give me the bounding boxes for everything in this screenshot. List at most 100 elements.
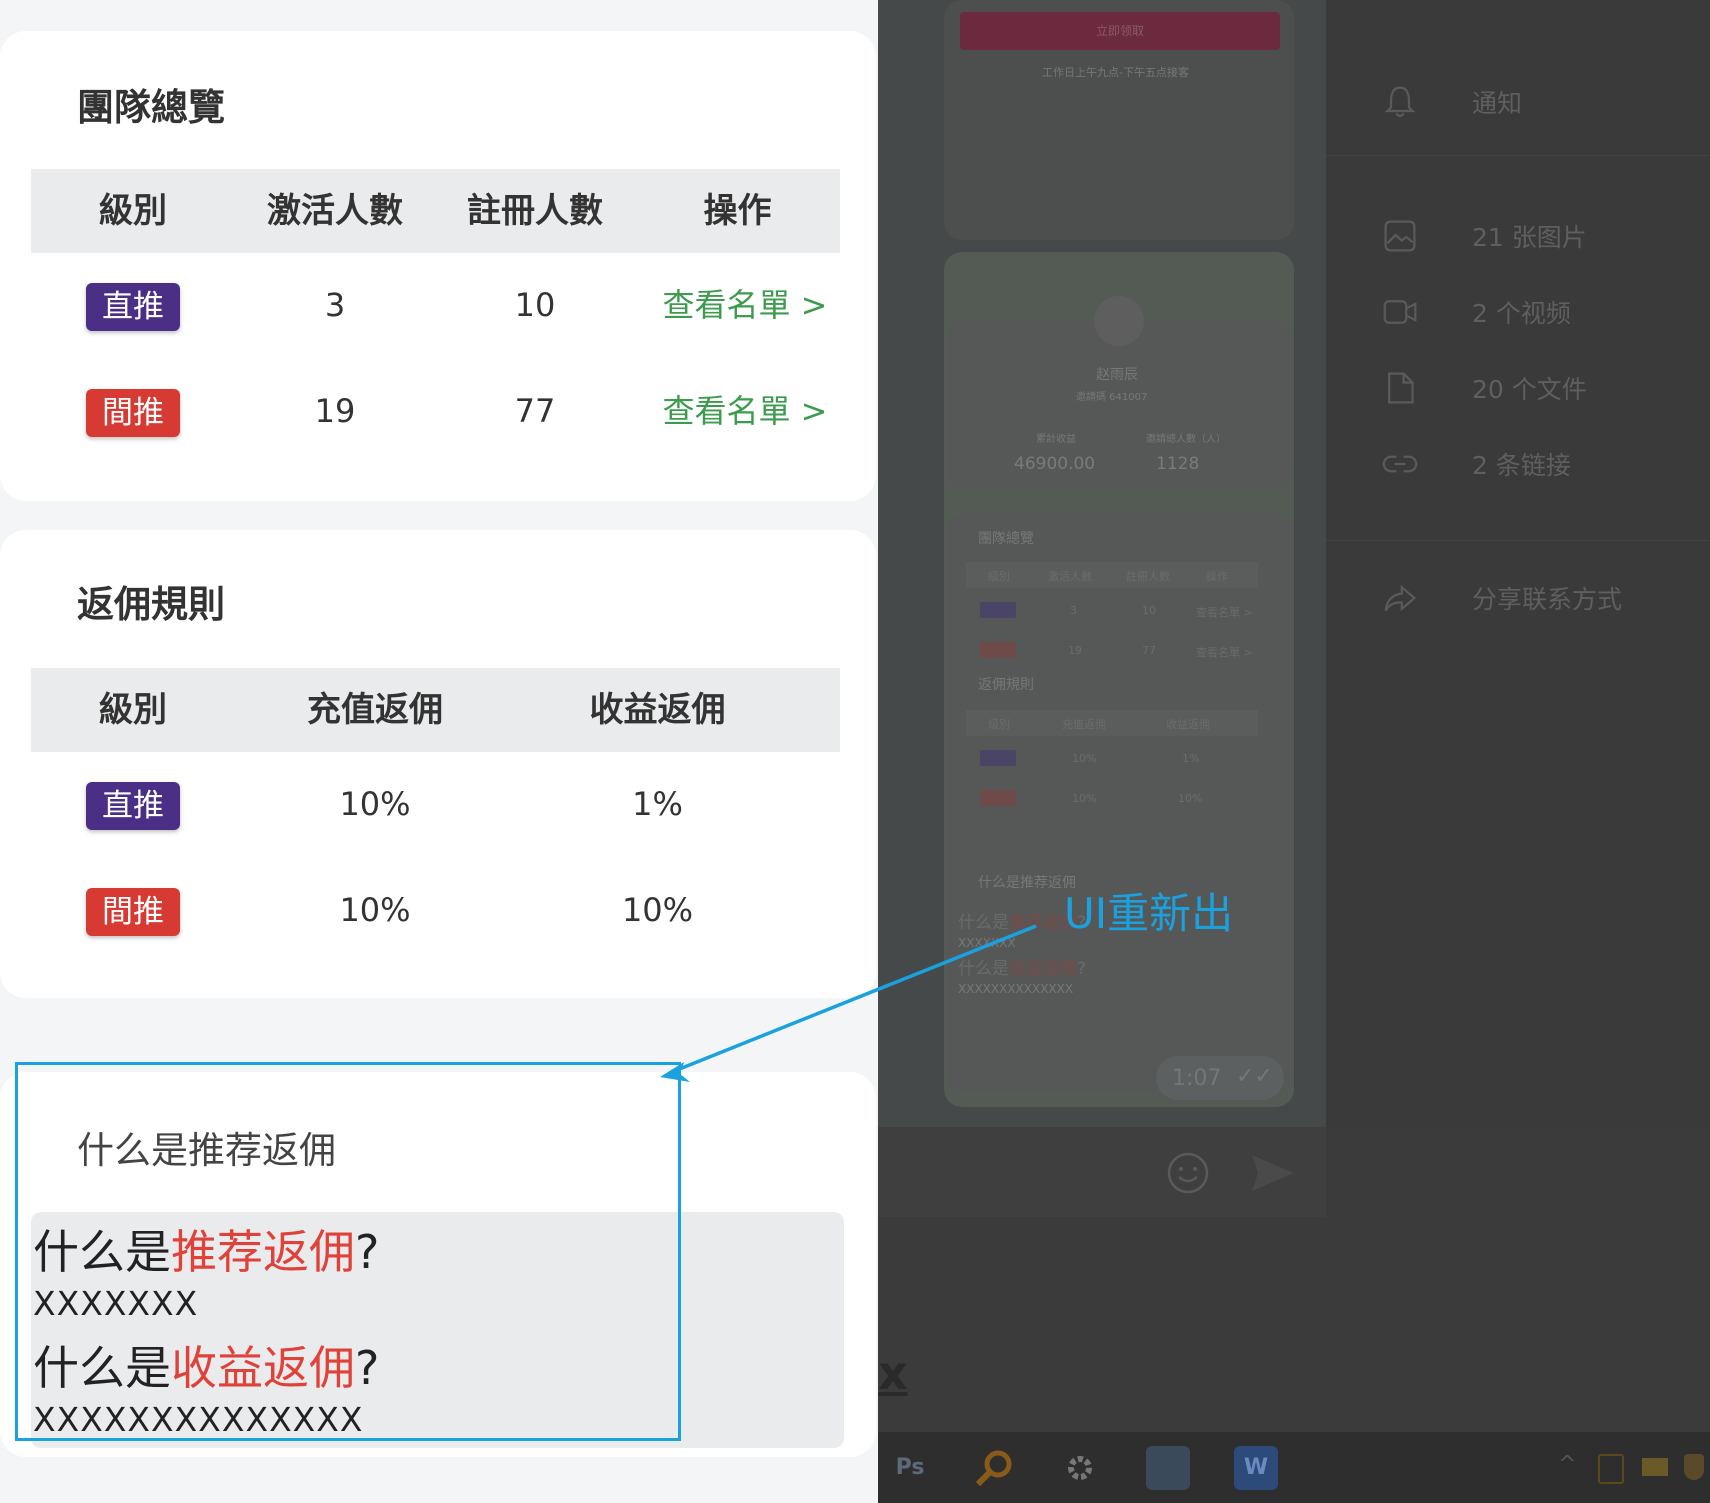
header-actions: 操作 [703, 191, 772, 231]
side-label: 20 个文件 [1472, 375, 1587, 404]
commission-rules-card: 返佣規則 級別 充值返佣 收益返佣 直推 10% 1% 間推 10% 10% [0, 530, 876, 998]
view-list-link[interactable]: 查看名單 > [635, 255, 855, 355]
chat-area: 立即领取 工作日上午九点-下午五点接客 赵雨辰 邀請碼 641007 累計收益 … [878, 0, 1326, 1127]
claim-button[interactable]: 立即领取 [960, 12, 1280, 50]
hours-text: 工作日上午九点-下午五点接客 [1042, 66, 1189, 79]
side-item-images[interactable]: 21 张图片 [1326, 204, 1710, 264]
preview-badge-indirect [980, 790, 1016, 806]
preview-header-earnings: 收益返佣 [1166, 718, 1210, 731]
stat-label-earnings: 累計收益 [1036, 434, 1076, 445]
message-input-bar [878, 1127, 1326, 1217]
side-item-notifications[interactable]: 通知 [1326, 70, 1710, 130]
avatar [1094, 296, 1144, 346]
earnings-commission: 1% [632, 785, 683, 823]
header-level: 級別 [99, 690, 167, 730]
clipboard-icon[interactable] [1598, 1454, 1624, 1484]
taskbar: Ps W ^ [878, 1432, 1710, 1503]
message-timestamp-pill: 1:07 ✓✓ [1156, 1056, 1284, 1100]
bell-icon [1384, 86, 1416, 118]
annotation-label: UI重新出 [1064, 889, 1234, 938]
settings-gear-icon[interactable] [1058, 1446, 1102, 1490]
registered-count: 10 [514, 286, 556, 324]
preview-recharge: 10% [1072, 792, 1097, 805]
team-table-header: 級別 激活人數 註冊人數 操作 [31, 169, 840, 253]
preview-header-registered: 註冊人數 [1126, 570, 1170, 583]
search-app-icon[interactable] [972, 1446, 1016, 1490]
header-registered-count: 註冊人數 [467, 191, 603, 231]
divider [1326, 155, 1710, 156]
preview-header-recharge: 充值返佣 [1062, 718, 1106, 731]
preview-registered: 10 [1142, 604, 1156, 617]
preview-badge-indirect [980, 642, 1016, 658]
earnings-commission: 10% [621, 891, 694, 929]
active-count: 19 [314, 392, 356, 430]
recharge-commission: 10% [339, 785, 411, 823]
link-icon [1382, 455, 1418, 473]
preview-header-actions: 操作 [1206, 570, 1228, 583]
preview-view-list: 查看名單 > [1196, 606, 1253, 619]
preview-badge-direct [980, 602, 1016, 618]
image-icon [1384, 220, 1416, 252]
preview-header-level: 級別 [988, 570, 1010, 583]
message-card-top: 立即领取 工作日上午九点-下午五点接客 [944, 0, 1294, 240]
chevron-up-icon[interactable]: ^ [1558, 1452, 1576, 1477]
annotation-highlight-frame [15, 1062, 681, 1441]
level-badge-indirect: 間推 [86, 888, 180, 936]
stat-balance: 46900.00 [1014, 454, 1096, 474]
preview-rules-row: 10% 10% [966, 786, 1258, 812]
image-message-card[interactable]: 赵雨辰 邀請碼 641007 累計收益 邀請總人數（人） 46900.00 11… [944, 252, 1294, 1107]
table-row: 間推 19 77 查看名單 > [31, 361, 840, 461]
table-row: 間推 10% 10% [31, 860, 840, 960]
preview-team-header: 級別 激活人數 註冊人數 操作 [966, 562, 1258, 588]
preview-faq-a2: XXXXXXXXXXXXXX [958, 982, 1074, 996]
table-row: 直推 3 10 查看名單 > [31, 255, 840, 355]
divider [1326, 540, 1710, 541]
preview-team-row: 19 77 查看名單 > [966, 638, 1258, 664]
side-item-share-contact[interactable]: 分享联系方式 [1326, 566, 1710, 626]
preview-q2-highlight: 收益返佣 [1009, 959, 1077, 979]
team-overview-card: 團隊總覽 級別 激活人數 註冊人數 操作 直推 3 10 查看名單 > 間推 1… [0, 31, 876, 501]
level-badge-direct: 直推 [86, 283, 180, 331]
preview-header-level: 級別 [988, 718, 1010, 731]
preview-q2-prefix: 什么是 [958, 959, 1009, 979]
read-check-icon: ✓✓ [1236, 1064, 1273, 1089]
share-icon [1384, 584, 1417, 612]
view-list-link[interactable]: 查看名單 > [635, 361, 855, 461]
preview-team-title: 團隊總覽 [978, 531, 1034, 547]
preview-active: 19 [1068, 644, 1082, 657]
preview-badge-direct [980, 750, 1016, 766]
preview-faq-title: 什么是推荐返佣 [978, 875, 1076, 891]
team-overview-title: 團隊總覽 [77, 86, 225, 129]
preview-team-row: 3 10 查看名單 > [966, 598, 1258, 624]
header-recharge-commission: 充值返佣 [307, 690, 443, 730]
recharge-commission: 10% [339, 891, 411, 929]
side-item-videos[interactable]: 2 个视频 [1326, 280, 1710, 340]
preview-registered: 77 [1142, 644, 1156, 657]
emoji-icon[interactable] [1166, 1151, 1210, 1195]
side-label: 21 张图片 [1472, 223, 1587, 252]
table-row: 直推 10% 1% [31, 754, 840, 854]
registered-count: 77 [514, 392, 556, 430]
preview-rules-title: 返佣規則 [978, 677, 1034, 693]
preview-content-card: 團隊總覽 級別 激活人數 註冊人數 操作 3 10 查看名單 > 19 77 查… [946, 514, 1292, 1092]
photoshop-icon[interactable]: Ps [888, 1446, 932, 1490]
file-icon [1388, 372, 1414, 404]
battery-icon[interactable] [1642, 1458, 1668, 1476]
side-label: 2 个视频 [1472, 299, 1571, 328]
send-icon[interactable] [1250, 1151, 1296, 1195]
message-timestamp: 1:07 [1172, 1066, 1222, 1091]
side-item-links[interactable]: 2 条链接 [1326, 432, 1710, 492]
header-earnings-commission: 收益返佣 [589, 690, 726, 730]
preview-recharge: 10% [1072, 752, 1097, 765]
active-count: 3 [324, 286, 346, 324]
side-item-files[interactable]: 20 个文件 [1326, 356, 1710, 416]
preview-earnings: 1% [1182, 752, 1200, 765]
photos-icon[interactable] [1146, 1446, 1190, 1490]
word-icon[interactable]: W [1234, 1446, 1278, 1490]
shield-icon[interactable] [1684, 1454, 1704, 1480]
preview-active: 3 [1070, 604, 1077, 617]
preview-header-active: 激活人數 [1048, 570, 1092, 583]
preview-faq-q2: 什么是收益返佣? [958, 959, 1087, 979]
commission-rules-title: 返佣規則 [77, 583, 225, 626]
header-active-count: 激活人數 [267, 191, 403, 231]
